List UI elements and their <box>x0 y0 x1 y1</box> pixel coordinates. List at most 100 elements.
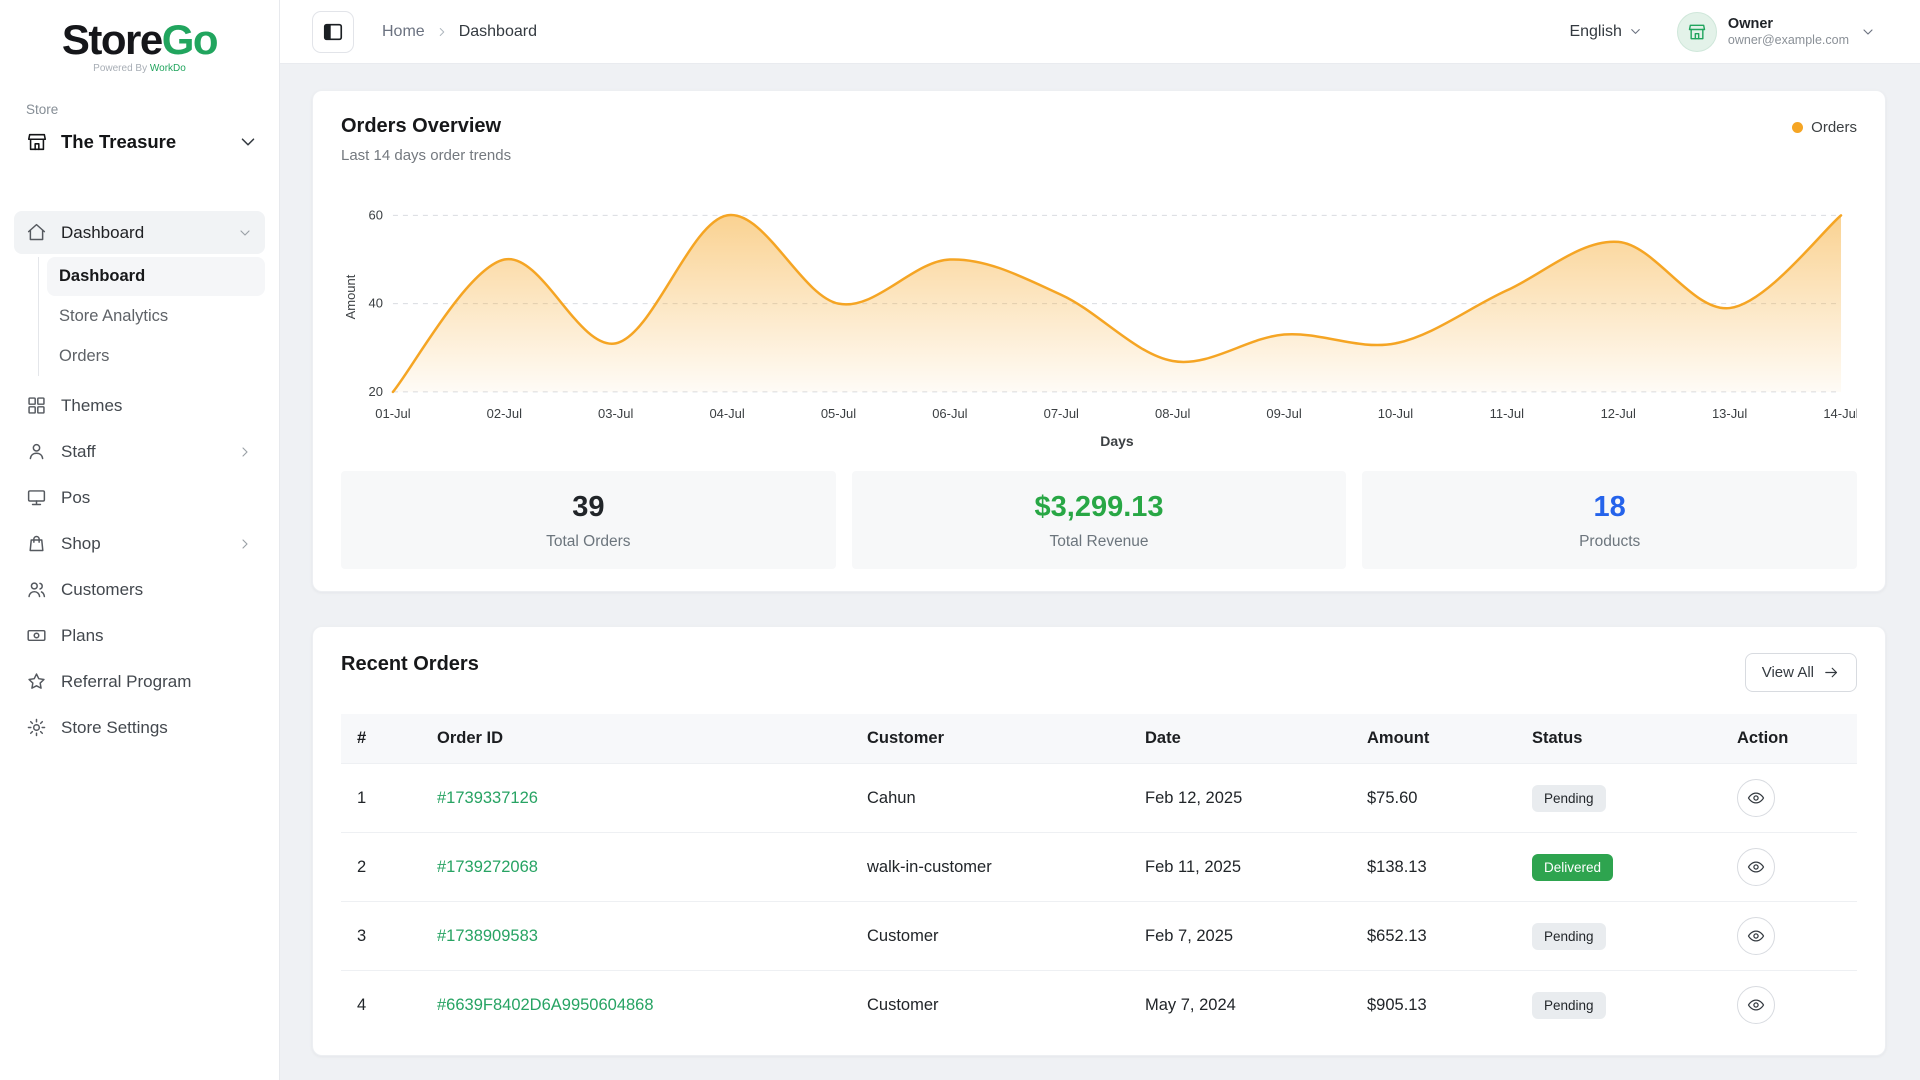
customer-cell: walk-in-customer <box>851 833 1129 902</box>
eye-icon <box>1747 858 1765 876</box>
column-header: # <box>341 714 421 764</box>
avatar <box>1677 12 1717 52</box>
status-cell: Pending <box>1516 902 1721 971</box>
amount-cell: $652.13 <box>1351 902 1516 971</box>
order-id-link[interactable]: #6639F8402D6A9950604868 <box>437 996 654 1014</box>
stat-label: Total Revenue <box>862 533 1337 551</box>
user-menu[interactable]: Owner owner@example.com <box>1677 12 1876 52</box>
view-order-button[interactable] <box>1737 848 1775 886</box>
table-row: 4 #6639F8402D6A9950604868 Customer May 7… <box>341 971 1857 1040</box>
shopping-bag-icon <box>26 533 47 554</box>
user-email: owner@example.com <box>1728 33 1849 49</box>
brand-name-suffix: Go <box>162 16 217 63</box>
view-order-button[interactable] <box>1737 917 1775 955</box>
home-icon <box>26 222 47 243</box>
stat-value: $3,299.13 <box>862 491 1337 524</box>
svg-text:07-Jul: 07-Jul <box>1044 406 1079 421</box>
action-cell <box>1721 833 1857 902</box>
sidebar-toggle-button[interactable] <box>312 11 354 53</box>
status-badge: Pending <box>1532 992 1606 1019</box>
svg-text:Days: Days <box>1100 433 1134 449</box>
sidebar-item-staff[interactable]: Staff <box>14 430 265 473</box>
order-id-cell: #1739337126 <box>421 764 851 833</box>
sidebar-subitem-dashboard[interactable]: Dashboard <box>47 257 265 296</box>
orders-overview-card: Orders Overview Last 14 days order trend… <box>312 90 1886 592</box>
status-badge: Pending <box>1532 785 1606 812</box>
order-id-link[interactable]: #1739337126 <box>437 789 538 807</box>
orders-table-body: 1 #1739337126 Cahun Feb 12, 2025 $75.60 … <box>341 764 1857 1040</box>
summary-stats: 39 Total Orders $3,299.13 Total Revenue … <box>341 471 1857 569</box>
chevron-down-icon <box>237 131 259 153</box>
person-icon <box>26 441 47 462</box>
store-switcher[interactable]: The Treasure <box>0 123 279 163</box>
sidebar-item-themes[interactable]: Themes <box>14 384 265 427</box>
amount-cell: $138.13 <box>1351 833 1516 902</box>
order-number-cell: 3 <box>341 902 421 971</box>
view-order-button[interactable] <box>1737 779 1775 817</box>
sidebar-item-shop[interactable]: Shop <box>14 522 265 565</box>
topbar: Home Dashboard English Owner owner@examp… <box>280 0 1920 64</box>
sidebar-item-pos[interactable]: Pos <box>14 476 265 519</box>
breadcrumb-home[interactable]: Home <box>382 23 425 41</box>
view-order-button[interactable] <box>1737 986 1775 1024</box>
order-id-link[interactable]: #1739272068 <box>437 858 538 876</box>
grid-icon <box>26 395 47 416</box>
customer-cell: Cahun <box>851 764 1129 833</box>
stat-label: Products <box>1372 533 1847 551</box>
store-name: The Treasure <box>61 131 176 153</box>
stat-value: 39 <box>351 491 826 524</box>
table-row: 1 #1739337126 Cahun Feb 12, 2025 $75.60 … <box>341 764 1857 833</box>
user-meta: Owner owner@example.com <box>1728 15 1849 49</box>
eye-icon <box>1747 996 1765 1014</box>
breadcrumb-current: Dashboard <box>459 23 537 41</box>
action-cell <box>1721 902 1857 971</box>
view-all-label: View All <box>1762 664 1814 681</box>
dashboard-submenu: Dashboard Store Analytics Orders <box>38 257 265 376</box>
language-label: English <box>1569 23 1621 41</box>
column-header: Amount <box>1351 714 1516 764</box>
sidebar-subitem-orders[interactable]: Orders <box>47 337 265 376</box>
svg-text:04-Jul: 04-Jul <box>709 406 744 421</box>
customers-icon <box>26 579 47 600</box>
action-cell <box>1721 971 1857 1040</box>
footer-copyright: © 2025 StoreGo SaaS <box>312 1056 1886 1080</box>
sidebar-item-customers[interactable]: Customers <box>14 568 265 611</box>
brand-logo[interactable]: StoreGo Powered By WorkDo <box>0 0 279 78</box>
order-id-link[interactable]: #1738909583 <box>437 927 538 945</box>
stat-label: Total Orders <box>351 533 826 551</box>
sidebar-item-store-settings[interactable]: Store Settings <box>14 706 265 749</box>
status-cell: Pending <box>1516 971 1721 1040</box>
sidebar-item-label: Staff <box>61 442 96 462</box>
customer-cell: Customer <box>851 902 1129 971</box>
sidebar: StoreGo Powered By WorkDo Store The Trea… <box>0 0 280 1080</box>
table-row: 2 #1739272068 walk-in-customer Feb 11, 2… <box>341 833 1857 902</box>
topbar-right: English Owner owner@example.com <box>1569 12 1876 52</box>
view-all-button[interactable]: View All <box>1745 653 1857 692</box>
page-content: Orders Overview Last 14 days order trend… <box>280 64 1920 1080</box>
svg-text:05-Jul: 05-Jul <box>821 406 856 421</box>
customer-cell: Customer <box>851 971 1129 1040</box>
sidebar-subitem-store-analytics[interactable]: Store Analytics <box>47 297 265 336</box>
date-cell: May 7, 2024 <box>1129 971 1351 1040</box>
date-cell: Feb 7, 2025 <box>1129 902 1351 971</box>
stat-value: 18 <box>1372 491 1847 524</box>
amount-cell: $75.60 <box>1351 764 1516 833</box>
column-header: Status <box>1516 714 1721 764</box>
order-id-cell: #1739272068 <box>421 833 851 902</box>
sidebar-item-referral-program[interactable]: Referral Program <box>14 660 265 703</box>
sidebar-item-label: Referral Program <box>61 672 191 692</box>
language-selector[interactable]: English <box>1569 23 1642 41</box>
chevron-down-icon <box>1860 24 1876 40</box>
sidebar-item-dashboard[interactable]: Dashboard <box>14 211 265 254</box>
user-name: Owner <box>1728 15 1849 33</box>
svg-text:Amount: Amount <box>343 274 358 319</box>
sidebar-item-label: Pos <box>61 488 90 508</box>
legend-dot-icon <box>1792 122 1803 133</box>
svg-text:02-Jul: 02-Jul <box>487 406 522 421</box>
chevron-right-icon <box>237 444 253 460</box>
orders-overview-subtitle: Last 14 days order trends <box>341 147 511 164</box>
recent-orders-table: #Order IDCustomerDateAmountStatusAction … <box>341 714 1857 1039</box>
date-cell: Feb 11, 2025 <box>1129 833 1351 902</box>
powered-by-text: Powered By WorkDo <box>10 63 269 74</box>
sidebar-item-plans[interactable]: Plans <box>14 614 265 657</box>
